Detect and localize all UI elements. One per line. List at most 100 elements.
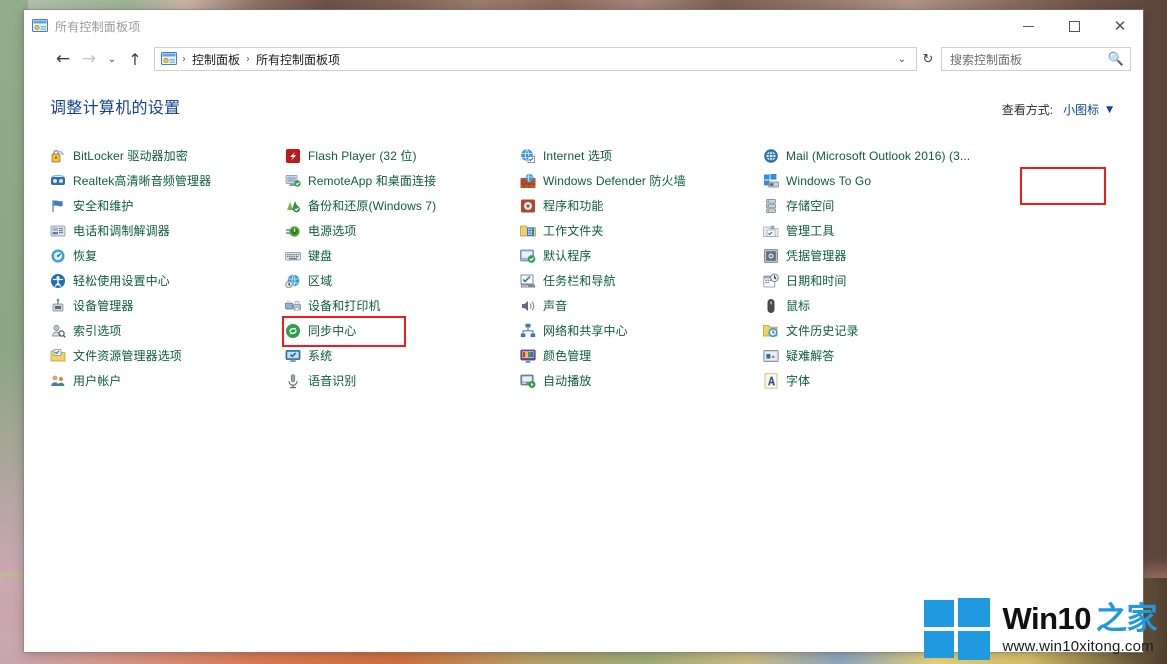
item-windows-defender-firewall[interactable]: Windows Defender 防火墙 — [520, 168, 763, 193]
item-autoplay[interactable]: 自动播放 — [520, 368, 763, 393]
date-time-icon — [763, 273, 779, 287]
firewall-icon — [520, 173, 536, 188]
item-label: 任务栏和导航 — [543, 274, 616, 288]
item-default-programs[interactable]: 默认程序 — [520, 243, 763, 268]
chevron-down-icon[interactable]: ▼ — [1106, 105, 1113, 115]
item-device-manager[interactable]: 设备管理器 — [50, 293, 285, 318]
item-label: 索引选项 — [73, 324, 122, 338]
item-ease-of-access[interactable]: 轻松使用设置中心 — [50, 268, 285, 293]
item-work-folders[interactable]: 工作文件夹 — [520, 218, 763, 243]
flash-player-icon — [286, 148, 300, 163]
refresh-button[interactable]: ↻ — [917, 47, 939, 71]
search-box[interactable]: 搜索控制面板 🔍 — [941, 47, 1131, 71]
taskbar-navigation-icon — [520, 274, 535, 287]
item-region[interactable]: 区域 — [285, 268, 520, 293]
address-bar[interactable]: › 控制面板 › 所有控制面板项 ⌄ — [154, 47, 917, 71]
recent-locations-button[interactable]: ⌄ — [102, 46, 122, 72]
item-label: 自动播放 — [543, 374, 592, 388]
item-mouse[interactable]: 鼠标 — [763, 293, 1043, 318]
item-label: 程序和功能 — [543, 199, 604, 213]
items-column-3: Internet 选项 Windows Defender 防火墙 程序和功能 工… — [520, 143, 763, 393]
view-mode-label: 查看方式: — [1001, 103, 1054, 117]
maximize-button[interactable] — [1051, 10, 1097, 42]
watermark-url: www.win10xitong.com — [1002, 637, 1154, 655]
item-admin-tools[interactable]: 管理工具 — [763, 218, 1043, 243]
search-input[interactable]: 搜索控制面板 — [950, 51, 1108, 68]
item-devices-printers[interactable]: 设备和打印机 — [285, 293, 520, 318]
item-mail[interactable]: Mail (Microsoft Outlook 2016) (3... — [763, 143, 1043, 168]
control-panel-icon — [161, 52, 177, 65]
item-label: Internet 选项 — [543, 149, 613, 163]
item-realtek-audio[interactable]: Realtek高清晰音频管理器 — [50, 168, 285, 193]
item-taskbar-navigation[interactable]: 任务栏和导航 — [520, 268, 763, 293]
item-color-management[interactable]: 颜色管理 — [520, 343, 763, 368]
item-remoteapp[interactable]: RemoteApp 和桌面连接 — [285, 168, 520, 193]
items-column-1: BitLocker 驱动器加密 Realtek高清晰音频管理器 安全和维护 电话… — [50, 143, 285, 393]
item-windows-to-go[interactable]: Windows To Go — [763, 168, 1043, 193]
control-panel-icon — [32, 19, 48, 32]
item-security-maintenance[interactable]: 安全和维护 — [50, 193, 285, 218]
storage-spaces-icon — [766, 198, 776, 213]
item-flash-player[interactable]: Flash Player (32 位) — [285, 143, 520, 168]
user-accounts-icon — [51, 375, 65, 386]
breadcrumb-item-control-panel[interactable]: 控制面板 — [187, 51, 245, 68]
minimize-button[interactable] — [1005, 10, 1051, 42]
item-label: 设备和打印机 — [308, 299, 381, 313]
item-indexing-options[interactable]: 索引选项 — [50, 318, 285, 343]
item-label: 管理工具 — [786, 224, 835, 238]
item-power-options[interactable]: 电源选项 — [285, 218, 520, 243]
item-system[interactable]: 系统 — [285, 343, 520, 368]
item-speech-recognition[interactable]: 语音识别 — [285, 368, 520, 393]
item-label: 安全和维护 — [73, 199, 134, 213]
recovery-icon — [51, 249, 65, 262]
item-file-explorer-options[interactable]: 文件资源管理器选项 — [50, 343, 285, 368]
mouse-icon — [767, 298, 775, 313]
item-label: 文件资源管理器选项 — [73, 349, 182, 363]
item-fonts[interactable]: 字体 — [763, 368, 1043, 393]
flag-icon — [52, 199, 63, 212]
item-troubleshooting[interactable]: 疑难解答 — [763, 343, 1043, 368]
item-sync-center[interactable]: 同步中心 — [285, 318, 520, 343]
item-recovery[interactable]: 恢复 — [50, 243, 285, 268]
close-button[interactable]: ✕ — [1097, 10, 1143, 42]
view-mode-value[interactable]: 小图标 — [1057, 98, 1105, 121]
indexing-options-icon — [52, 324, 66, 338]
item-label: Mail (Microsoft Outlook 2016) (3... — [786, 148, 971, 163]
item-backup-restore[interactable]: 备份和还原(Windows 7) — [285, 193, 520, 218]
content-area: 调整计算机的设置 查看方式: 小图标 ▼ BitLocker 驱动器加密 Rea… — [24, 76, 1143, 393]
item-date-time[interactable]: 日期和时间 — [763, 268, 1043, 293]
item-storage-spaces[interactable]: 存储空间 — [763, 193, 1043, 218]
item-label: 字体 — [786, 374, 811, 388]
item-label: 同步中心 — [308, 324, 357, 338]
item-programs-features[interactable]: 程序和功能 — [520, 193, 763, 218]
item-label: BitLocker 驱动器加密 — [73, 149, 188, 163]
item-network-sharing[interactable]: 网络和共享中心 — [520, 318, 763, 343]
item-internet-options[interactable]: Internet 选项 — [520, 143, 763, 168]
chevron-down-icon[interactable]: ⌄ — [892, 54, 912, 65]
title-bar: 所有控制面板项 ✕ — [24, 10, 1143, 42]
control-panel-items-grid: BitLocker 驱动器加密 Realtek高清晰音频管理器 安全和维护 电话… — [50, 143, 1117, 393]
color-management-icon — [520, 349, 536, 363]
item-user-accounts[interactable]: 用户帐户 — [50, 368, 285, 393]
forward-button[interactable]: → — [76, 46, 102, 72]
backup-restore-icon — [287, 200, 300, 212]
devices-printers-icon — [285, 300, 301, 311]
item-sound[interactable]: 声音 — [520, 293, 763, 318]
watermark-brand-en: Win10 — [1002, 601, 1091, 637]
item-label: 工作文件夹 — [543, 224, 604, 238]
item-file-history[interactable]: 文件历史记录 — [763, 318, 1043, 343]
internet-options-icon — [521, 148, 535, 163]
window-controls: ✕ — [1005, 10, 1143, 42]
item-phone-modem[interactable]: 电话和调制解调器 — [50, 218, 285, 243]
sync-center-icon — [286, 323, 300, 338]
admin-tools-icon — [763, 224, 779, 237]
item-keyboard[interactable]: 键盘 — [285, 243, 520, 268]
breadcrumb-item-all-items[interactable]: 所有控制面板项 — [251, 51, 345, 68]
back-button[interactable]: ← — [50, 46, 76, 72]
up-button[interactable]: ↑ — [122, 46, 148, 72]
item-bitlocker[interactable]: BitLocker 驱动器加密 — [50, 143, 285, 168]
item-label: 系统 — [308, 349, 333, 363]
system-icon — [285, 349, 301, 362]
item-credential-manager[interactable]: 凭据管理器 — [763, 243, 1043, 268]
item-label: 电话和调制解调器 — [73, 224, 170, 238]
